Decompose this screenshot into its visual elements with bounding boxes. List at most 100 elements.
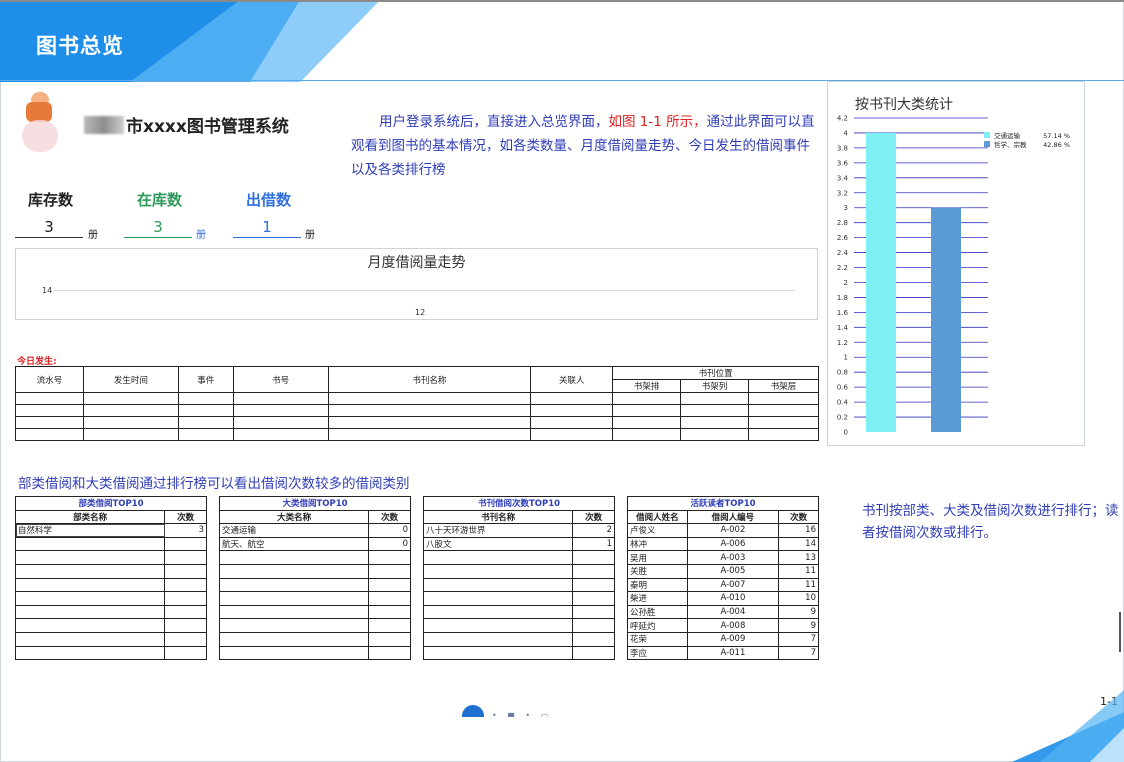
table-row <box>14 550 207 565</box>
table-cell[interactable]: 2 <box>572 523 615 538</box>
table-cell[interactable]: A-010 <box>686 591 780 606</box>
y-tick-label: 3 <box>844 204 848 212</box>
table-row <box>218 618 411 633</box>
legend-label: 哲学、宗教 <box>994 140 1027 149</box>
y-tick-label: 1.8 <box>837 294 848 302</box>
table-cell[interactable]: A-002 <box>686 523 780 538</box>
toolbar-button-icon[interactable] <box>462 705 484 717</box>
y-tick-label: 0.4 <box>837 399 849 407</box>
col-header: 流水号 <box>15 366 84 393</box>
in-library-value: 3 <box>153 218 163 236</box>
table-row <box>422 577 615 593</box>
table-cell[interactable]: A-004 <box>686 604 780 620</box>
table-cell[interactable]: 7 <box>778 631 819 647</box>
table-row <box>218 577 411 593</box>
table-cell[interactable]: A-007 <box>686 577 780 593</box>
location-header: 书刊位置 <box>612 366 819 380</box>
page-title: 图书总览 <box>36 34 124 58</box>
today-events-table: 流水号 发生时间 事件 书号 书刊名称 关联人 书刊位置 书架排 书架列 书架层 <box>15 366 819 441</box>
table-cell[interactable]: 9 <box>778 604 819 620</box>
bottom-toolbar[interactable]: • ■ • ▭ <box>462 705 580 717</box>
table-cell[interactable]: 10 <box>778 591 819 606</box>
table-row: 八十天环游世界 2 <box>422 523 615 538</box>
table-row <box>15 428 819 441</box>
table-cell[interactable]: 花荣 <box>627 631 688 647</box>
y-tick-label: 4.2 <box>837 115 848 123</box>
table-cell[interactable]: 李应 <box>627 645 688 661</box>
y-tick-label: 1.2 <box>837 339 848 347</box>
table-cell[interactable]: 14 <box>778 536 819 552</box>
trend-gridline <box>54 290 795 291</box>
table-row: 卢俊义 A-002 16 <box>627 523 819 538</box>
table-cell[interactable]: 交通运输 <box>218 523 370 538</box>
app-title: 市xxxx图书管理系统 <box>84 112 289 137</box>
table-cell[interactable]: 11 <box>778 563 819 579</box>
table-cell[interactable]: A-006 <box>686 536 780 552</box>
trend-y-tick: 14 <box>42 286 53 295</box>
table-row <box>14 563 207 579</box>
table-cell[interactable]: 3 <box>164 523 207 538</box>
table-cell[interactable]: 航天、航空 <box>218 536 370 552</box>
table-cell[interactable]: A-003 <box>686 550 780 565</box>
table-cell[interactable]: 0 <box>368 536 411 552</box>
table-cell[interactable]: 9 <box>778 618 819 633</box>
table-cell[interactable]: A-009 <box>686 631 780 647</box>
table-caption: 大类借阅TOP10 <box>219 496 411 511</box>
table-row <box>218 631 411 647</box>
y-tick-label: 0.6 <box>837 384 849 392</box>
table-row: 呼延灼 A-008 9 <box>627 618 819 633</box>
table-row: 柴进 A-010 10 <box>627 591 819 606</box>
table-cell[interactable]: 11 <box>778 577 819 593</box>
table-row <box>14 618 207 633</box>
col-header: 书刊名称 <box>327 366 532 393</box>
table-cell[interactable]: 16 <box>778 523 819 538</box>
y-tick-label: 2 <box>844 279 848 287</box>
table-row: 八股文 1 <box>422 536 615 552</box>
category-bar-chart: 按书刊大类统计 0 0.2 0.4 0.6 0.8 1 1.2 1.4 1.6 1.8 2 2.2 2.… <box>827 81 1085 446</box>
table-cell[interactable]: 0 <box>368 523 411 538</box>
table-cell[interactable]: 吴用 <box>627 550 688 565</box>
table-cell[interactable]: 自然科学 <box>14 523 166 538</box>
table-cell[interactable]: 7 <box>778 645 819 661</box>
table-cell[interactable]: 林冲 <box>627 536 688 552</box>
legend-swatch <box>984 132 990 138</box>
table-row: 李应 A-011 7 <box>627 645 819 661</box>
table-cell[interactable]: 13 <box>778 550 819 565</box>
table-cell[interactable]: 卢俊义 <box>627 523 688 538</box>
ranking-heading: 部类借阅和大类借阅通过排行榜可以看出借阅次数较多的借阅类别 <box>18 476 410 492</box>
y-tick-label: 1.6 <box>837 309 849 317</box>
table-cell[interactable]: A-008 <box>686 618 780 633</box>
col-header: 发生时间 <box>82 366 179 393</box>
stock-label: 库存数 <box>28 191 74 209</box>
table-cell[interactable]: 1 <box>572 536 615 552</box>
table-row <box>14 536 207 552</box>
app-title-text: 市xxxx图书管理系统 <box>126 117 289 137</box>
col-header: 事件 <box>177 366 234 393</box>
table-cell[interactable]: 关胜 <box>627 563 688 579</box>
table-row: 林冲 A-006 14 <box>627 536 819 552</box>
bar <box>866 132 896 432</box>
table-row <box>218 563 411 579</box>
toolbar-dots-icon: • ■ • ▭ <box>492 711 553 717</box>
col-header: 借阅人姓名 <box>627 509 688 525</box>
table-row <box>15 404 819 417</box>
table-row <box>422 631 615 647</box>
table-cell[interactable]: A-011 <box>686 645 780 661</box>
readers-top10-table: 活跃读者TOP10 借阅人姓名 借阅人编号 次数 卢俊义 A-002 16 林冲 A-… <box>627 496 819 661</box>
table-cell[interactable]: 呼延灼 <box>627 618 688 633</box>
table-cell[interactable]: 八十天环游世界 <box>422 523 574 538</box>
table-cell[interactable]: 公孙胜 <box>627 604 688 620</box>
table-cell[interactable]: 柴进 <box>627 591 688 606</box>
col-header: 次数 <box>778 509 819 525</box>
logo-icon <box>22 92 58 154</box>
y-tick-label: 0 <box>844 429 848 437</box>
table-cell[interactable]: A-005 <box>686 563 780 579</box>
table-cell[interactable]: 秦明 <box>627 577 688 593</box>
table-row: 航天、航空 0 <box>218 536 411 552</box>
y-tick-label: 3.4 <box>837 174 849 182</box>
y-tick-label: 1.4 <box>837 324 849 332</box>
y-tick-label: 2.6 <box>837 234 849 242</box>
table-cell[interactable]: 八股文 <box>422 536 574 552</box>
table-row <box>218 591 411 606</box>
y-tick-label: 3.8 <box>837 144 848 152</box>
